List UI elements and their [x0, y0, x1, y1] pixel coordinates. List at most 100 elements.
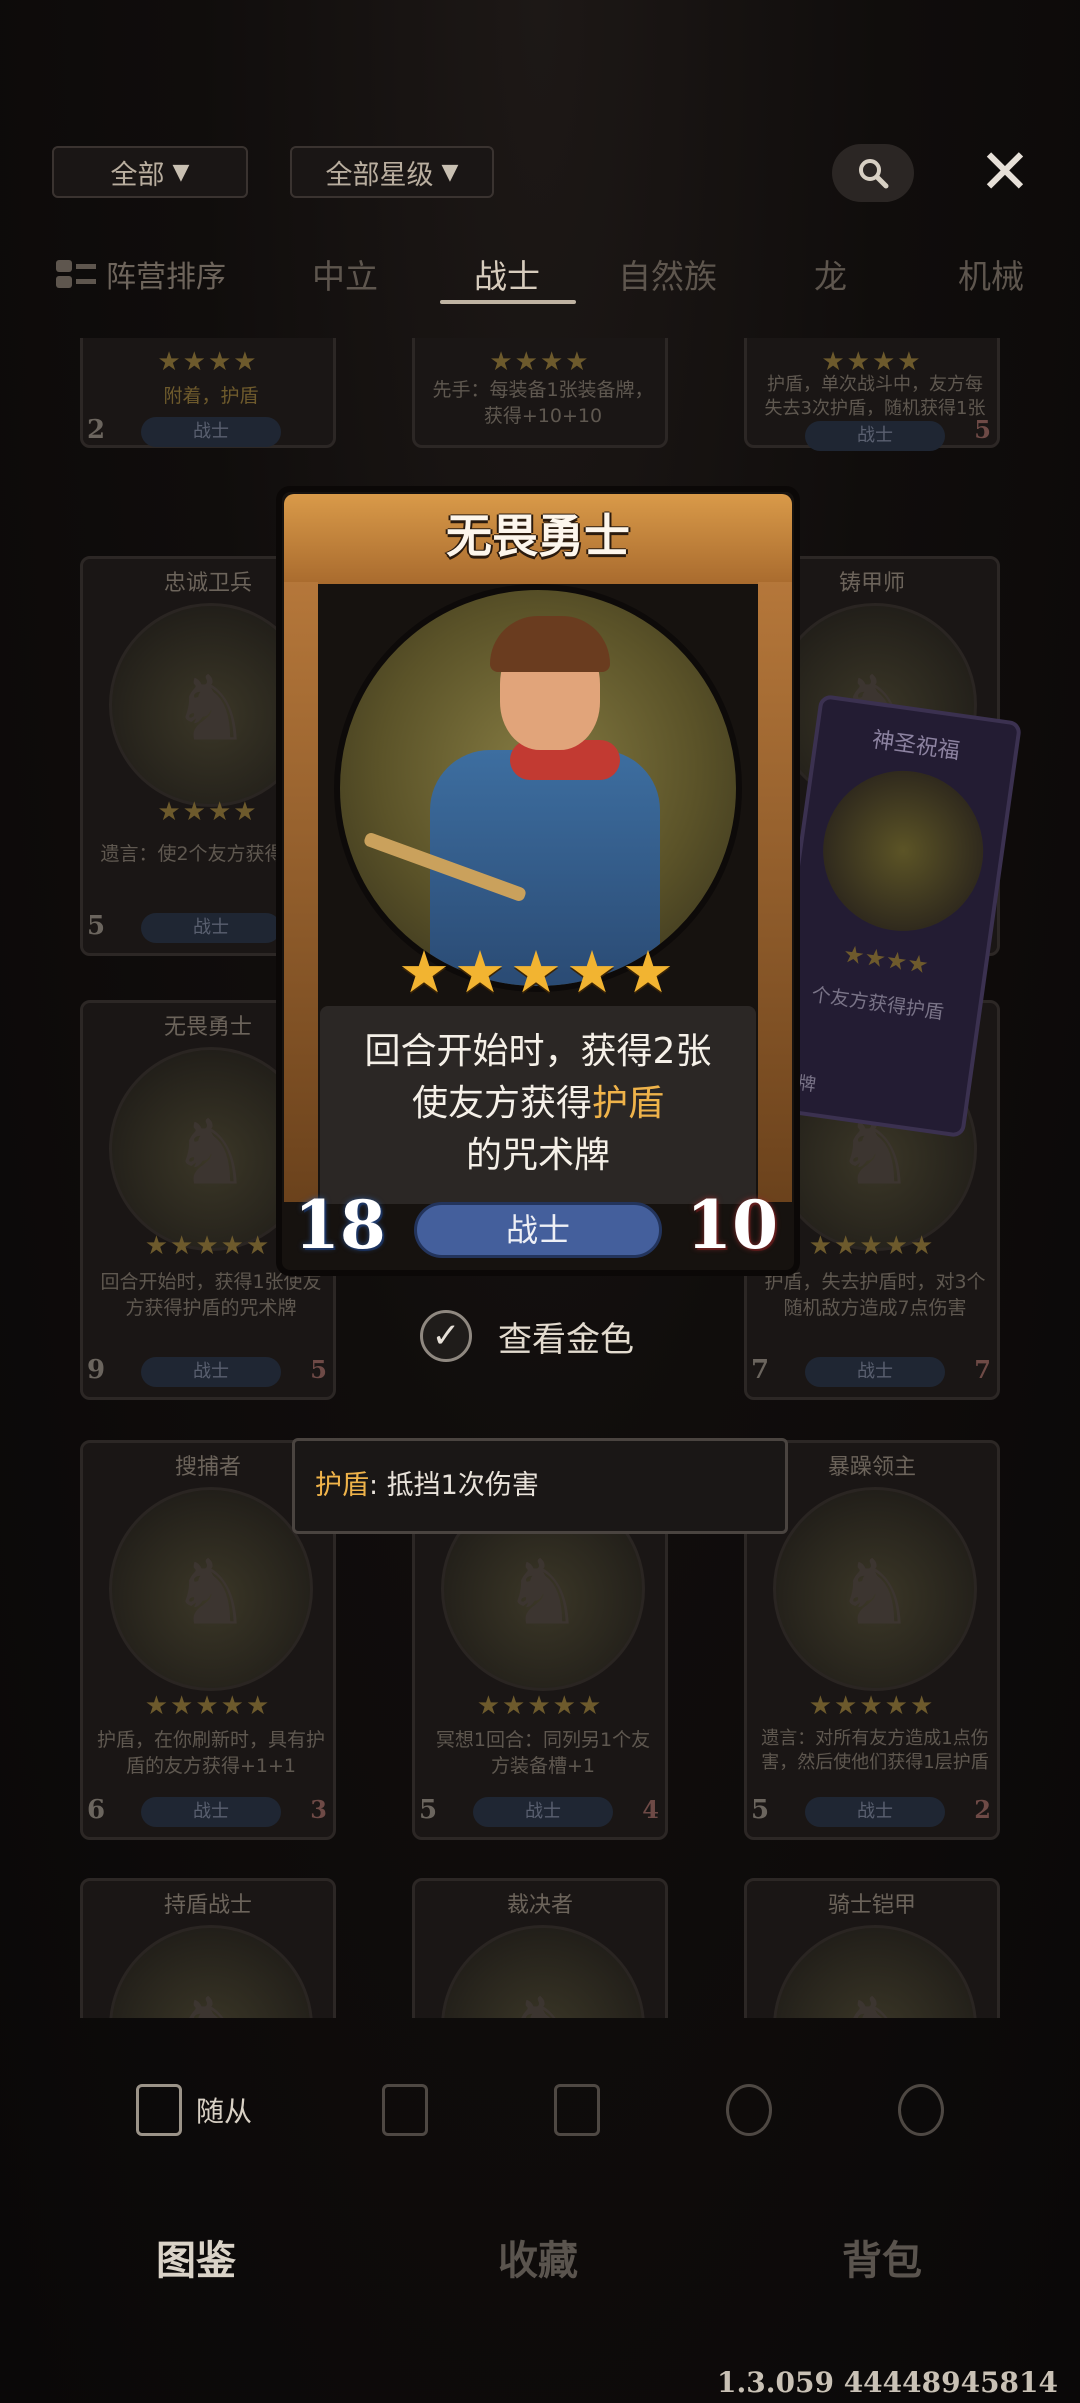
nav-backpack[interactable]: 背包: [842, 2228, 922, 2286]
card-description: 护盾，在你刷新时，具有护盾的友方获得+1+1: [97, 1729, 326, 1777]
tab-dragon[interactable]: 龙: [814, 250, 847, 298]
type-tab-equipment[interactable]: [382, 2080, 428, 2140]
card-cost: 6: [87, 1795, 106, 1825]
type-tab-spell[interactable]: [554, 2080, 600, 2140]
card-description: 护盾，失去护盾时，对3个随机敌方造成7点伤害: [764, 1271, 986, 1319]
collection-screen: 全部 ▼ 全部星级 ▼ ✕ 阵营排序 中立 战士 自然族 龙 机械 ★★★★ 附…: [0, 0, 1080, 2403]
view-gold-label: 查看金色: [498, 1319, 634, 1360]
close-icon: ✕: [979, 134, 1031, 208]
close-button[interactable]: ✕: [972, 135, 1038, 208]
star-rating: ★★★★: [489, 347, 591, 377]
type-tab-minion[interactable]: 随从: [136, 2080, 252, 2140]
card-item[interactable]: 裁决者 ♞: [412, 1878, 668, 2018]
tab-mech[interactable]: 机械: [958, 250, 1024, 298]
card-type-bar: 随从: [72, 2058, 1008, 2164]
card-description: 回合开始时，获得1张使友方获得护盾的咒术牌: [100, 1271, 322, 1319]
view-gold-toggle[interactable]: ✓ 查看金色: [420, 1310, 634, 1362]
star-rating: ★★★★: [157, 347, 259, 377]
spell-card-icon: [554, 2084, 600, 2136]
card-race-badge: 战士: [473, 1797, 613, 1827]
star-filter-dropdown[interactable]: 全部星级 ▼: [290, 146, 494, 198]
star-rating: ★★★★★: [808, 1691, 936, 1721]
warrior-portrait-icon: ♞: [170, 656, 252, 762]
tab-nature[interactable]: 自然族: [618, 250, 717, 298]
desc-line-3: 的咒术牌: [465, 1135, 610, 1176]
card-detail-race: 战士: [414, 1202, 662, 1258]
tab-neutral[interactable]: 中立: [312, 250, 378, 298]
search-icon: [859, 159, 889, 189]
card-race-badge: 战士: [805, 1797, 945, 1827]
desc-line-1: 回合开始时，获得2张: [364, 1031, 712, 1072]
card-name: 裁决者: [506, 1893, 573, 1918]
card-detail-cost: 18: [294, 1186, 386, 1264]
card-race-badge: 战士: [141, 913, 281, 943]
keyword-shield[interactable]: 护盾: [592, 1083, 664, 1124]
card-race-badge: 战士: [805, 421, 945, 451]
card-portrait: ♞: [109, 1487, 313, 1691]
card-portrait: ♞: [773, 1925, 977, 2018]
card-cost: 9: [87, 1355, 106, 1385]
card-race-badge: 战士: [805, 1357, 945, 1387]
desc-line-2: 使友方获得护盾: [320, 1078, 756, 1130]
card-detail-popup[interactable]: 无畏勇士 ★★★★★ 回合开始时，获得2张 使友方获得护盾 的咒术牌 战士 18…: [276, 486, 800, 1276]
warrior-portrait-icon: ♞: [835, 1978, 916, 2018]
card-attack: 2: [974, 1795, 991, 1824]
card-cost: 7: [751, 1355, 770, 1385]
nav-collection[interactable]: 收藏: [498, 2228, 578, 2286]
card-description: 遗言：对所有友方造成1点伤害，然后使他们获得1层护盾: [761, 1728, 989, 1773]
sort-icon: [56, 260, 96, 288]
triangle-down-icon: ▼: [172, 159, 190, 185]
card-attack: 4: [642, 1795, 659, 1824]
card-portrait: ♞: [773, 1487, 977, 1691]
faction-tabs: 阵营排序 中立 战士 自然族 龙 机械: [0, 242, 1080, 308]
card-item[interactable]: ★★★★ 先手：每装备1张装备牌，获得+10+10: [412, 338, 668, 448]
card-item[interactable]: ★★★★ 护盾，单次战斗中，友方每失去3次护盾，随机获得1张入场牌 战士 5: [744, 338, 1000, 451]
card-portrait: ♞: [441, 1925, 645, 2018]
hero-icon: [726, 2084, 772, 2136]
card-detail-stars: ★★★★★: [398, 938, 678, 1006]
faction-sort-button[interactable]: 阵营排序: [54, 252, 226, 296]
card-description: 先手：每装备1张装备牌，获得+10+10: [432, 379, 654, 427]
warrior-portrait-icon: ♞: [170, 1100, 252, 1206]
card-name: 骑士铠甲: [827, 1893, 916, 1918]
triangle-down-icon: ▼: [441, 159, 459, 185]
card-race-badge: 战士: [141, 1797, 281, 1827]
spell-card-title: 神圣祝福: [870, 727, 962, 765]
card-race-badge: 战士: [141, 1357, 281, 1387]
star-rating: ★★★★: [841, 939, 931, 980]
card-item[interactable]: ★★★★ 附着，护盾 战士 2: [80, 338, 336, 448]
card-attack: 5: [310, 1355, 327, 1384]
tooltip-keyword: 护盾: [315, 1470, 369, 1501]
keyword-tooltip: 护盾: 抵挡1次伤害: [292, 1438, 788, 1534]
type-tab-timer[interactable]: [898, 2080, 944, 2140]
warrior-portrait-icon: ♞: [834, 1540, 916, 1646]
type-tab-minion-label: 随从: [196, 2095, 253, 2128]
card-name: 持盾战士: [163, 1893, 252, 1918]
card-frame-side: [758, 582, 792, 1202]
faction-sort-label: 阵营排序: [106, 260, 226, 295]
card-cost: 5: [87, 911, 106, 941]
card-item[interactable]: 持盾战士 ♞: [80, 1878, 336, 2018]
minion-card-icon: [136, 2084, 182, 2136]
star-filter-label: 全部星级: [325, 159, 434, 191]
check-icon[interactable]: ✓: [420, 1310, 472, 1362]
card-attack: 7: [974, 1355, 991, 1384]
desc-line-2-text: 使友方获得: [411, 1083, 592, 1124]
tab-warrior[interactable]: 战士: [474, 250, 540, 298]
tooltip-text: : 抵挡1次伤害: [369, 1470, 539, 1501]
spell-card-description: 个友方获得护盾: [810, 983, 946, 1025]
version-label: 1.3.059 44448945814: [717, 2366, 1058, 2399]
warrior-portrait-icon: ♞: [171, 1978, 252, 2018]
equipment-card-icon: [382, 2084, 428, 2136]
type-tab-hero[interactable]: [726, 2080, 772, 2140]
card-item[interactable]: 骑士铠甲 ♞: [744, 1878, 1000, 2018]
card-attack: 5: [974, 415, 991, 444]
nav-codex[interactable]: 图鉴: [156, 2228, 236, 2286]
stopwatch-icon: [898, 2084, 944, 2136]
star-rating: ★★★★★: [144, 1691, 272, 1721]
active-tab-indicator: [440, 300, 576, 304]
search-button[interactable]: [832, 144, 914, 202]
faction-filter-dropdown[interactable]: 全部 ▼: [52, 146, 248, 198]
card-cost: 2: [87, 415, 106, 445]
card-detail-description: 回合开始时，获得2张 使友方获得护盾 的咒术牌: [320, 1006, 756, 1204]
